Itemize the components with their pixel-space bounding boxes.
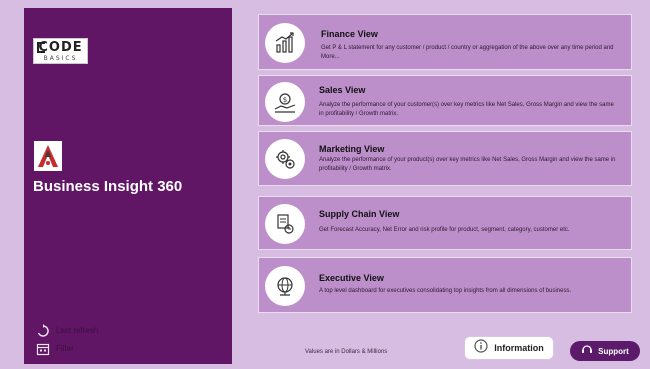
marketing-view-card[interactable]: Marketing View Analyze the performance o… <box>258 131 632 186</box>
marketing-view-description: Analyze the performance of your product(… <box>319 157 616 172</box>
finance-view-title: Finance View <box>321 29 378 39</box>
sales-view-title: Sales View <box>319 85 366 95</box>
support-button-label: Support <box>598 346 629 356</box>
finance-view-card[interactable]: Finance View Get P & L statement for any… <box>258 14 632 70</box>
last-refresh-row: Last refresh <box>36 324 186 340</box>
svg-text:$: $ <box>283 96 287 104</box>
marketing-view-title: Marketing View <box>319 144 385 154</box>
information-button[interactable]: Information <box>464 336 554 360</box>
sales-view-card[interactable]: $ Sales View Analyze the performance of … <box>258 75 632 126</box>
last-refresh-label: Last refresh <box>56 326 99 335</box>
finance-chart-icon <box>265 23 305 63</box>
executive-view-title: Executive View <box>319 273 384 283</box>
executive-view-card[interactable]: Executive View A top level dashboard for… <box>258 257 632 313</box>
information-button-label: Information <box>494 343 544 353</box>
sidebar: CODE BASICS Business Insight 360 Last re… <box>24 8 232 364</box>
calendar-icon <box>36 342 50 356</box>
finance-view-description: Get P & L statement for any customer / p… <box>321 45 614 60</box>
app-title: Business Insight 360 <box>33 178 183 195</box>
info-icon <box>474 338 488 358</box>
sales-view-description: Analyze the performance of your customer… <box>319 102 614 117</box>
support-headset-icon <box>581 342 593 360</box>
executive-view-description: A top level dashboard for executives con… <box>319 288 572 294</box>
filter-label: Filter <box>56 344 74 353</box>
units-footnote: Values are in Dollars & Millions <box>305 349 388 355</box>
marketing-gear-icon <box>265 139 305 179</box>
filter-row[interactable]: Filter <box>36 342 186 358</box>
codebasics-logo: CODE BASICS <box>33 38 88 64</box>
supply-chain-view-card[interactable]: Supply Chain View Get Forecast Accuracy,… <box>258 196 632 250</box>
refresh-icon <box>36 324 50 338</box>
logo-bottom-text: BASICS <box>43 55 78 62</box>
atliq-logo-icon <box>34 141 62 171</box>
supply-chain-icon <box>265 204 305 244</box>
support-button[interactable]: Support <box>570 341 640 361</box>
supply-chain-view-title: Supply Chain View <box>319 209 400 219</box>
sales-money-icon: $ <box>265 82 305 122</box>
supply-chain-view-description: Get Forecast Accuracy, Net Error and ris… <box>319 227 570 233</box>
logo-top-text: CODE <box>38 40 83 55</box>
executive-globe-icon <box>265 266 305 306</box>
